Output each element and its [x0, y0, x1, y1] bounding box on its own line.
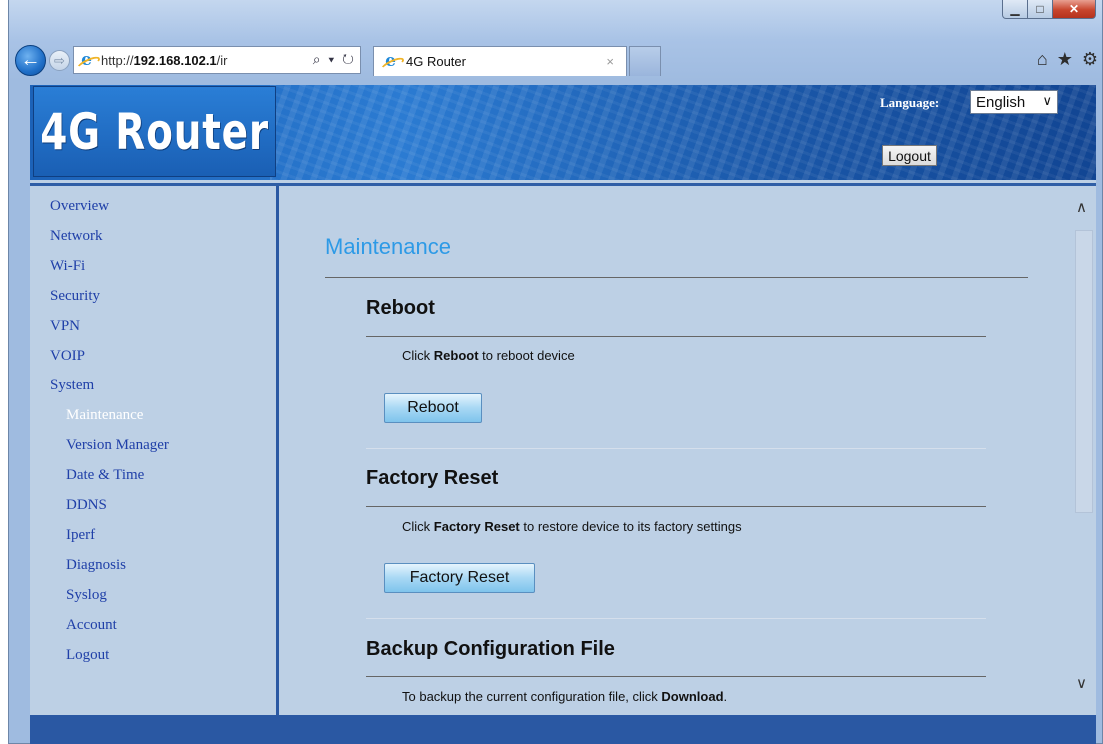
sidebar-nav: Overview Network Wi-Fi Security VPN VOIP Syste…: [30, 186, 277, 715]
forward-icon: ⇨: [54, 52, 65, 68]
reboot-section-end: [366, 448, 986, 449]
tab-title: 4G Router: [406, 54, 466, 69]
sidebar-item-wi-fi[interactable]: Wi-Fi: [50, 258, 85, 275]
minimize-icon: ▁: [1010, 2, 1020, 16]
reboot-desc-pre: Click: [402, 348, 434, 363]
page-viewport: 4G Router Language: English ∨ Logout Ove…: [30, 85, 1096, 715]
reboot-desc-post: to reboot device: [478, 348, 575, 363]
reboot-description: Click Reboot to reboot device: [402, 348, 575, 363]
address-suffix: /ir: [216, 52, 228, 68]
backup-desc-pre: To backup the current configuration file…: [402, 689, 662, 704]
backup-section-title: Backup Configuration File: [366, 638, 615, 660]
chevron-down-icon: ∨: [1042, 93, 1052, 108]
tab-favicon-icon: e: [382, 53, 399, 70]
backup-description: To backup the current configuration file…: [402, 689, 727, 704]
address-url: http://192.168.102.1/ir: [101, 53, 228, 68]
address-bar[interactable]: e http://192.168.102.1/ir ⌕ ▾ ↻: [73, 46, 361, 74]
tab-4g-router[interactable]: e 4G Router ×: [373, 46, 627, 76]
reboot-divider: [366, 336, 986, 337]
window-controls: ▁ □ ✕: [1002, 0, 1096, 19]
title-divider: [325, 277, 1028, 278]
factory-reset-divider: [366, 506, 986, 507]
settings-gear-icon[interactable]: ⚙: [1082, 49, 1098, 70]
factory-reset-button[interactable]: Factory Reset: [384, 563, 535, 593]
sidebar-item-security[interactable]: Security: [50, 288, 100, 305]
main-content: Maintenance Reboot Click Reboot to reboo…: [280, 186, 1072, 715]
back-button[interactable]: ←: [15, 45, 46, 76]
sidebar-item-maintenance[interactable]: Maintenance: [66, 407, 143, 424]
sidebar-item-account[interactable]: Account: [66, 617, 117, 634]
address-prefix: http://: [101, 52, 134, 68]
factory-reset-desc-pre: Click: [402, 519, 434, 534]
sidebar-item-system[interactable]: System: [50, 377, 94, 394]
forward-button[interactable]: ⇨: [49, 50, 70, 71]
backup-desc-post: .: [723, 689, 728, 704]
reboot-button[interactable]: Reboot: [384, 393, 482, 423]
browser-icons: ⌂ ★ ⚙: [1037, 49, 1098, 70]
maximize-button[interactable]: □: [1027, 0, 1053, 19]
factory-reset-desc-post: to restore device to its factory setting…: [519, 519, 742, 534]
backup-divider: [366, 676, 986, 677]
language-value: English: [976, 93, 1026, 111]
factory-reset-desc-bold: Factory Reset: [433, 519, 520, 534]
new-tab-button[interactable]: [629, 46, 661, 76]
close-icon: ✕: [1068, 2, 1080, 16]
scroll-up-icon[interactable]: ∧: [1076, 198, 1087, 216]
ie-logo-icon: e: [78, 51, 95, 69]
router-logo: 4G Router: [33, 86, 276, 177]
sidebar-item-ddns[interactable]: DDNS: [66, 497, 107, 514]
home-icon[interactable]: ⌂: [1037, 49, 1048, 70]
language-label: Language:: [880, 95, 940, 110]
sidebar-item-date-time[interactable]: Date & Time: [66, 467, 144, 484]
factory-reset-section-title: Factory Reset: [366, 467, 499, 489]
tab-close-icon[interactable]: ×: [606, 54, 614, 69]
back-icon: ←: [20, 49, 41, 71]
reboot-desc-bold: Reboot: [433, 348, 479, 363]
sidebar-item-syslog[interactable]: Syslog: [66, 587, 107, 604]
sidebar-item-voip[interactable]: VOIP: [50, 348, 85, 365]
vertical-scrollbar[interactable]: ∧ ∨: [1072, 186, 1096, 715]
scroll-down-icon[interactable]: ∨: [1076, 674, 1087, 692]
sidebar-item-version-manager[interactable]: Version Manager: [66, 437, 169, 454]
sidebar-item-vpn[interactable]: VPN: [50, 318, 80, 335]
download-link-text: Download: [661, 689, 724, 704]
sidebar-divider: [276, 186, 279, 715]
logo-text: 4G Router: [40, 102, 269, 161]
scroll-thumb[interactable]: [1075, 230, 1093, 513]
reboot-section-title: Reboot: [366, 297, 435, 319]
sidebar-item-overview[interactable]: Overview: [50, 198, 109, 215]
close-window-button[interactable]: ✕: [1052, 0, 1096, 19]
favorites-star-icon[interactable]: ★: [1057, 49, 1073, 70]
page-footer-band: [30, 715, 1096, 744]
search-refresh-icons[interactable]: ⌕ ▾ ↻: [309, 51, 356, 68]
router-header: 4G Router Language: English ∨ Logout: [30, 85, 1096, 180]
sidebar-item-logout[interactable]: Logout: [66, 647, 109, 664]
page-title: Maintenance: [325, 234, 451, 259]
address-host: 192.168.102.1: [133, 52, 217, 68]
sidebar-item-diagnosis[interactable]: Diagnosis: [66, 557, 126, 574]
logout-button[interactable]: Logout: [882, 145, 937, 166]
minimize-button[interactable]: ▁: [1002, 0, 1028, 19]
factory-reset-description: Click Factory Reset to restore device to…: [402, 519, 742, 534]
language-select[interactable]: English ∨: [970, 90, 1058, 114]
sidebar-item-network[interactable]: Network: [50, 228, 103, 245]
browser-toolbar: ← ⇨ e http://192.168.102.1/ir ⌕ ▾ ↻ e 4G…: [9, 43, 1102, 77]
sidebar-item-iperf[interactable]: Iperf: [66, 527, 95, 544]
factory-reset-section-end: [366, 618, 986, 619]
maximize-icon: □: [1036, 2, 1044, 16]
